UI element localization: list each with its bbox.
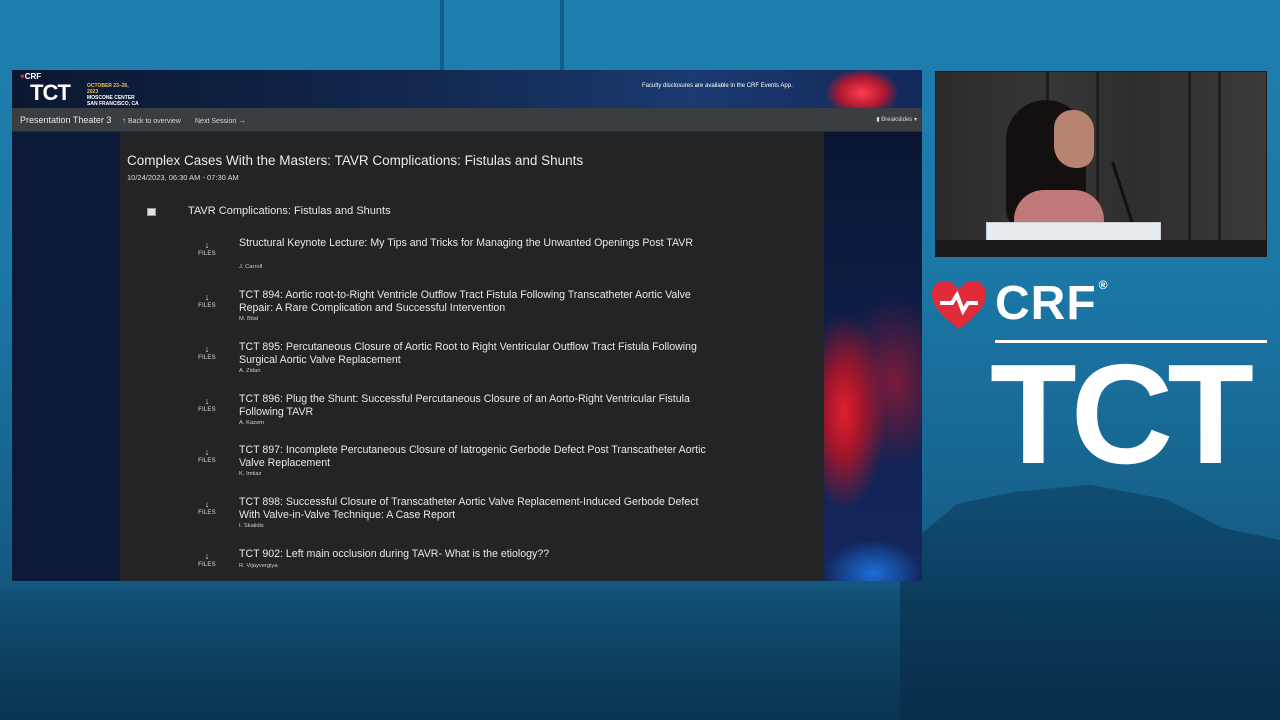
heart-image — [827, 70, 897, 108]
presenter-name: R. Vijayvergiya — [239, 563, 278, 569]
files-download-button[interactable]: ↓ FILES — [194, 447, 220, 465]
presentation-title[interactable]: TCT 895: Percutaneous Closure of Aortic … — [239, 341, 719, 366]
presenter-name: A. Zidan — [239, 368, 261, 374]
presenter-name: M. Bilal — [239, 316, 259, 322]
tct-logo-text: TCT — [990, 335, 1254, 494]
files-download-button[interactable]: ↓ FILES — [194, 499, 220, 517]
download-arrow-icon: ↓ — [204, 240, 210, 250]
session-content-panel: Complex Cases With the Masters: TAVR Com… — [120, 132, 824, 581]
heart-graphic-glow — [824, 540, 922, 581]
presenter-name: A. Kazem — [239, 420, 265, 426]
download-arrow-icon: ↓ — [204, 344, 210, 354]
presentation-title[interactable]: Structural Keynote Lecture: My Tips and … — [239, 237, 719, 250]
room-name: Presentation Theater 3 — [20, 115, 112, 125]
collapse-toggle-icon[interactable] — [147, 208, 156, 216]
files-download-button[interactable]: ↓ FILES — [194, 396, 220, 414]
heart-icon — [932, 281, 986, 329]
files-download-button[interactable]: ↓ FILES — [194, 551, 220, 569]
tct-logo: ♥CRF TCT OCTOBER 23–26, 2023 MOSCONE CEN… — [20, 72, 139, 107]
presentation-title[interactable]: TCT 897: Incomplete Percutaneous Closure… — [239, 444, 719, 469]
group-title: TAVR Complications: Fistulas and Shunts — [188, 205, 391, 217]
podium — [936, 240, 1266, 256]
presentation-title[interactable]: TCT 902: Left main occlusion during TAVR… — [239, 548, 719, 561]
next-session-link[interactable]: Next Session → — [195, 116, 246, 125]
speaker-video — [935, 71, 1267, 257]
back-to-overview-link[interactable]: ↑ Back to overview — [122, 116, 181, 125]
disclosure-text: Faculty disclosures are available in the… — [642, 83, 793, 89]
files-download-button[interactable]: ↓ FILES — [194, 292, 220, 310]
presenter-name: J. Carroll — [239, 264, 263, 270]
presentation-title[interactable]: TCT 896: Plug the Shunt: Successful Perc… — [239, 393, 719, 418]
session-nav-bar: Presentation Theater 3 ↑ Back to overvie… — [12, 108, 922, 132]
session-title: Complex Cases With the Masters: TAVR Com… — [127, 153, 584, 168]
files-download-button[interactable]: ↓ FILES — [194, 344, 220, 362]
event-banner: ♥CRF TCT OCTOBER 23–26, 2023 MOSCONE CEN… — [12, 70, 922, 108]
bridge-cable — [560, 0, 564, 70]
caret-down-icon: ▾ — [913, 117, 917, 123]
arrow-up-icon: ↑ — [122, 116, 126, 125]
download-arrow-icon: ↓ — [204, 447, 210, 457]
bridge-cable — [440, 0, 444, 70]
session-time: 10/24/2023, 06:30 AM - 07:30 AM — [127, 173, 239, 182]
presentation-slide: ♥CRF TCT OCTOBER 23–26, 2023 MOSCONE CEN… — [12, 70, 922, 581]
breakslides-dropdown[interactable]: ▮ Breakslides ▾ — [876, 116, 917, 123]
download-arrow-icon: ↓ — [204, 499, 210, 509]
download-arrow-icon: ↓ — [204, 396, 210, 406]
heart-graphic — [824, 132, 922, 581]
presenter-name: K. Imtiaz — [239, 471, 262, 477]
presentation-title[interactable]: TCT 898: Successful Closure of Transcath… — [239, 496, 719, 521]
arrow-right-icon: → — [238, 116, 247, 125]
columns-icon: ▮ — [876, 117, 880, 123]
download-arrow-icon: ↓ — [204, 292, 210, 302]
event-info: OCTOBER 23–26, 2023 MOSCONE CENTER SAN F… — [87, 83, 139, 107]
speaker-face — [1054, 110, 1094, 168]
files-download-button[interactable]: ↓ FILES — [194, 240, 220, 258]
laptop — [986, 222, 1161, 242]
download-arrow-icon: ↓ — [204, 551, 210, 561]
crf-logo: CRF ® — [930, 276, 1270, 336]
presentation-title[interactable]: TCT 894: Aortic root-to-Right Ventricle … — [239, 289, 719, 314]
presenter-name: I. Skalidis — [239, 523, 264, 529]
stage-background-hill — [900, 484, 1280, 720]
